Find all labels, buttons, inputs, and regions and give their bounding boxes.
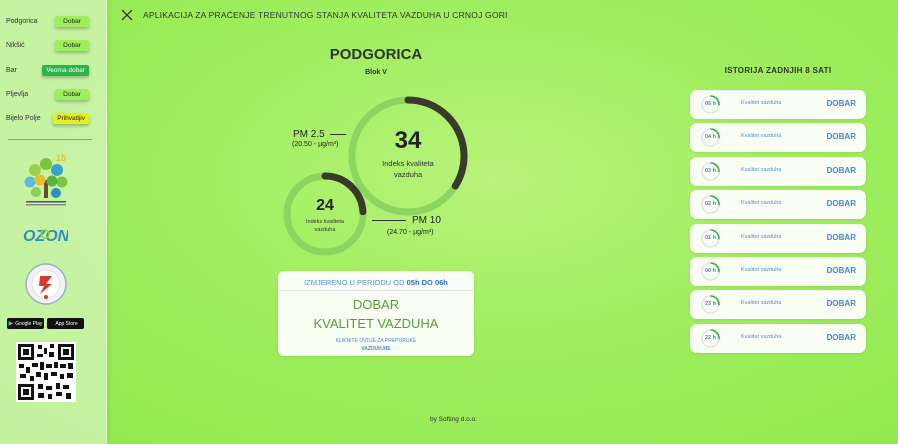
history-item[interactable]: 05 h Kvalitet vazduha DOBAR	[690, 90, 866, 119]
history-label: Kvalitet vazduha	[741, 166, 782, 173]
gauge-small-label: Indeks kvaliteta vazduha	[290, 219, 360, 235]
history-hour: 23 h	[704, 301, 716, 308]
history-hour: 22 h	[704, 334, 716, 341]
pm10-label: PM 10	[412, 215, 441, 226]
status-line1: DOBAR	[352, 297, 400, 312]
pm25-label: PM 2.5	[293, 129, 325, 140]
status-card: IZMJERENO U PERIODU OD 05h DO 06h DOBAR …	[278, 271, 474, 356]
history-label: Kvalitet vazduha	[741, 100, 782, 106]
status-line2: KVALITET VAZDUHA	[313, 315, 439, 331]
recommendations-link[interactable]: KLIKNITE OVDJE ZA PREPORUKE VAZDUH.ME	[278, 337, 474, 353]
card-divider	[278, 290, 474, 291]
pm25-pointer	[330, 134, 346, 135]
history-label: Kvalitet vazduha	[741, 133, 782, 140]
pm25-value: (20.50 - µg/m³)	[292, 141, 339, 148]
history-title: ISTORIJA ZADNJIH 8 SATI	[724, 66, 832, 75]
gauge-small-label-line2: vazduha	[314, 226, 336, 233]
history-hour: 04 h	[704, 134, 716, 141]
history-status: DOBAR	[826, 165, 856, 175]
recommendations-link-line1: KLIKNITE OVDJE ZA PREPORUKE	[335, 338, 417, 344]
period-prefix: IZMJERENO U PERIODU OD	[304, 278, 405, 287]
gauge-large-label: Indeks kvaliteta vazduha	[358, 159, 458, 181]
history-hour: 02 h	[704, 201, 716, 208]
gauge-large-label-line1: Indeks kvaliteta	[382, 159, 434, 168]
history-label: Kvalitet vazduha	[741, 233, 782, 240]
history-status: DOBAR	[826, 199, 856, 209]
gauge-small-label-line1: Indeks kvaliteta	[306, 219, 344, 225]
gauge-small-value: 24	[316, 197, 334, 214]
gauge-large-label-line2: vazduha	[393, 169, 423, 179]
history-status: DOBAR	[826, 299, 856, 309]
history-hour: 03 h	[704, 167, 716, 174]
pm10-value: (24.70 - µg/m³)	[387, 229, 434, 236]
footer-credit: by Softing d.o.o.	[430, 416, 477, 423]
history-item[interactable]: 02 h Kvalitet vazduha DOBAR	[690, 190, 866, 220]
history-item[interactable]: 03 h Kvalitet vazduha DOBAR	[690, 156, 866, 186]
history-status: DOBAR	[826, 132, 856, 142]
history-hour: 05 h	[704, 101, 716, 107]
history-label: Kvalitet vazduha	[741, 267, 782, 273]
history-item[interactable]: 23 h Kvalitet vazduha DOBAR	[690, 290, 866, 320]
history-item[interactable]: 01 h Kvalitet vazduha DOBAR	[690, 223, 866, 253]
history-item[interactable]: 22 h Kvalitet vazduha DOBAR	[690, 323, 866, 353]
measurement-period: IZMJERENO U PERIODU OD 05h DO 06h	[278, 278, 474, 287]
history-hour: 01 h	[704, 234, 716, 241]
history-status: DOBAR	[826, 266, 856, 275]
period-range: 05h DO 06h	[406, 278, 448, 287]
air-quality-status: DOBAR KVALITET VAZDUHA	[278, 296, 474, 334]
gauge-large-value: 34	[394, 127, 422, 154]
history-status: DOBAR	[826, 332, 856, 342]
history-hour: 00 h	[704, 268, 716, 274]
history-status: DOBAR	[826, 232, 856, 242]
recommendations-link-line2: VAZDUH.ME	[361, 346, 391, 352]
history-label: Kvalitet vazduha	[741, 300, 782, 307]
history-status: DOBAR	[826, 99, 856, 108]
history-label: Kvalitet vazduha	[741, 200, 782, 207]
history-item[interactable]: 00 h Kvalitet vazduha DOBAR	[690, 257, 866, 286]
pm10-pointer	[372, 220, 406, 221]
history-item[interactable]: 04 h Kvalitet vazduha DOBAR	[690, 123, 866, 153]
history-label: Kvalitet vazduha	[741, 333, 782, 340]
